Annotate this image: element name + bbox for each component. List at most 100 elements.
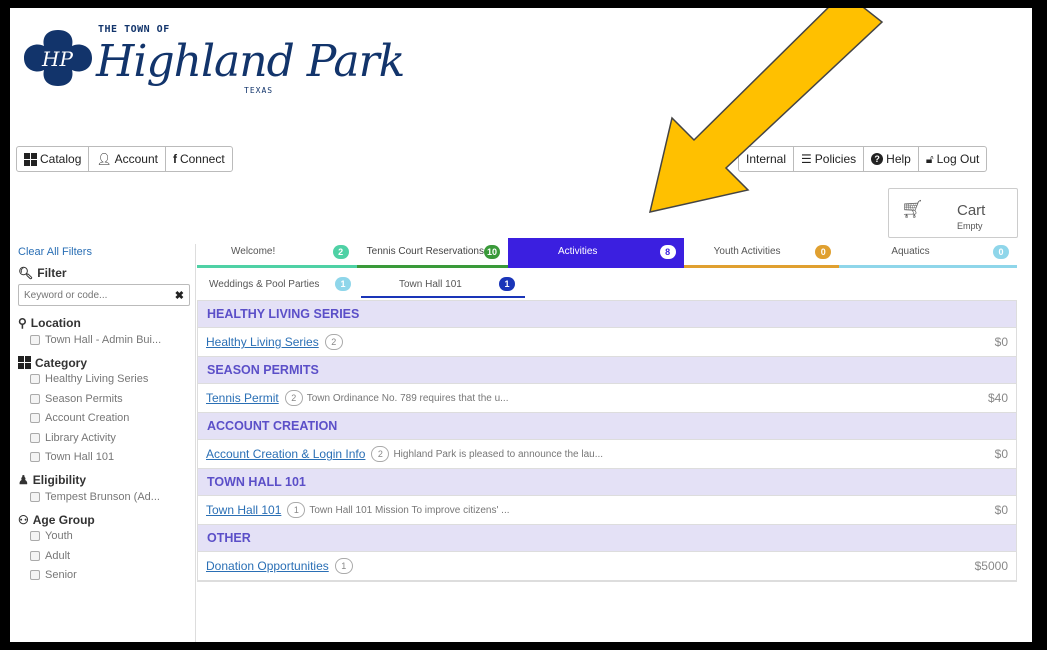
account-button[interactable]: 👤︎ Account [89, 147, 166, 171]
connect-label: Connect [179, 152, 225, 166]
category-header: ACCOUNT CREATION [198, 413, 1016, 440]
filter-option[interactable]: Town Hall 101 [18, 448, 194, 468]
help-label: Help [886, 152, 911, 166]
item-count-badge: 1 [334, 558, 353, 574]
logout-button[interactable]: 🔓︎ Log Out [919, 147, 986, 171]
item-price: $5000 [974, 559, 1008, 573]
item-price: $0 [994, 503, 1008, 517]
category-heading: Category [18, 356, 195, 370]
item-price: $40 [987, 391, 1008, 405]
lock-icon: 🔓︎ [925, 151, 934, 166]
category-header: SEASON PERMITS [198, 357, 1016, 384]
eligibility-label: Eligibility [32, 473, 87, 487]
location-label: Location [30, 316, 81, 330]
checkbox[interactable] [30, 452, 40, 463]
tab-welcome[interactable]: Welcome! 2 [197, 238, 357, 268]
policies-icon: ☰ [801, 152, 812, 166]
item-count-badge: 2 [371, 446, 390, 462]
item-description: Town Hall 101 Mission To improve citizen… [309, 504, 510, 516]
grid-icon [24, 152, 37, 166]
help-button[interactable]: ? Help [864, 147, 919, 171]
filter-option-label: Library Activity [45, 431, 116, 444]
town-logo[interactable]: HP THE TOWN OF Highland Park TEXAS [22, 14, 405, 104]
checkbox[interactable] [30, 413, 40, 424]
clear-search-icon[interactable]: ✖ [175, 289, 184, 302]
category-label: Category [35, 355, 88, 370]
category-header: TOWN HALL 101 [198, 469, 1016, 496]
account-label: Account [114, 152, 158, 166]
category-header: HEALTHY LIVING SERIES [198, 301, 1016, 328]
clear-filters-link[interactable]: Clear All Filters [18, 246, 195, 258]
activity-link[interactable]: Donation Opportunities [206, 559, 329, 573]
filter-option[interactable]: Town Hall - Admin Bui... [18, 330, 194, 350]
filter-option[interactable]: Youth [18, 527, 194, 547]
tab-label: Aquatics [891, 246, 930, 257]
search-icon: 🔍︎ [18, 266, 34, 280]
filter-option-label: Healthy Living Series [45, 373, 149, 386]
tab-label: Weddings & Pool Parties [209, 278, 320, 290]
subcategory-tabs: Weddings & Pool Parties 1 Town Hall 101 … [197, 272, 537, 298]
search-input[interactable] [24, 289, 164, 301]
checkbox[interactable] [30, 531, 40, 542]
item-count-badge: 1 [287, 502, 306, 518]
tab-activities[interactable]: Activities 8 [507, 238, 684, 268]
checkbox[interactable] [30, 374, 40, 385]
checkbox[interactable] [30, 393, 40, 404]
user-nav: Internal ☰ Policies ? Help 🔓︎ Log Out [738, 146, 988, 172]
grid-icon [18, 356, 31, 369]
filter-sidebar: Clear All Filters 🔍︎ Filter ✖ ⚲ Location… [10, 244, 196, 642]
internal-button[interactable]: Internal [739, 147, 795, 171]
activity-link[interactable]: Account Creation & Login Info [206, 447, 365, 461]
filter-option[interactable]: Adult [18, 546, 194, 566]
checkbox[interactable] [30, 570, 40, 581]
list-item: Account Creation & Login Info 2 Highland… [198, 440, 1016, 469]
filter-option[interactable]: Healthy Living Series [18, 370, 194, 390]
filter-option[interactable]: Senior [18, 566, 194, 586]
tab-tennis-court-reservations[interactable]: Tennis Court Reservations 10 [356, 238, 508, 268]
tab-town-hall-101[interactable]: Town Hall 101 1 [361, 272, 525, 298]
filter-option[interactable]: Season Permits [18, 389, 194, 409]
checkbox[interactable] [30, 550, 40, 561]
cart-icon: 🛒︎ [901, 199, 924, 219]
page: HP THE TOWN OF Highland Park TEXAS Catal… [10, 8, 1032, 642]
people-icon: ⚇ [18, 512, 29, 527]
checkbox[interactable] [30, 334, 40, 345]
activity-link[interactable]: Tennis Permit [206, 391, 279, 405]
activity-link[interactable]: Healthy Living Series [206, 335, 319, 349]
checkbox[interactable] [30, 432, 40, 443]
checkbox[interactable] [30, 491, 40, 502]
filter-option-label: Tempest Brunson (Ad... [45, 490, 160, 503]
tab-label: Welcome! [231, 246, 276, 257]
cart-button[interactable]: 🛒︎ Cart Empty [888, 188, 1018, 238]
policies-label: Policies [814, 152, 857, 166]
cart-label: Cart [957, 202, 986, 219]
activity-link[interactable]: Town Hall 101 [206, 503, 281, 517]
item-count-badge: 2 [284, 390, 303, 406]
policies-button[interactable]: ☰ Policies [794, 147, 865, 171]
logo-state: TEXAS [244, 86, 274, 95]
item-count-badge: 2 [324, 334, 343, 350]
tab-label: Activities [557, 246, 598, 257]
tab-label: Town Hall 101 [399, 278, 462, 290]
logo-emblem-icon: HP [24, 30, 92, 86]
filter-option[interactable]: Library Activity [18, 428, 194, 448]
facebook-icon: f [172, 152, 177, 166]
user-icon: 👤︎ [96, 152, 112, 166]
eligibility-icon: ♟ [18, 473, 29, 487]
filter-option[interactable]: Account Creation [18, 409, 194, 429]
category-header: OTHER [198, 525, 1016, 552]
catalog-button[interactable]: Catalog [17, 147, 90, 171]
list-item: Tennis Permit 2 Town Ordinance No. 789 r… [198, 384, 1016, 413]
tab-weddings-pool-parties[interactable]: Weddings & Pool Parties 1 [197, 272, 361, 298]
location-heading: ⚲ Location [18, 316, 195, 330]
filter-option-label: Town Hall - Admin Bui... [45, 333, 162, 346]
search-box: ✖ [18, 284, 190, 306]
tab-count-badge: 2 [332, 244, 349, 259]
tab-youth-activities[interactable]: Youth Activities 0 [683, 238, 840, 268]
list-item: Donation Opportunities 1 $5000 [198, 552, 1016, 581]
location-pin-icon: ⚲ [18, 316, 27, 330]
filter-label: Filter [37, 266, 67, 280]
connect-button[interactable]: f Connect [166, 147, 232, 171]
filter-option[interactable]: Tempest Brunson (Ad... [18, 487, 194, 507]
tab-aquatics[interactable]: Aquatics 0 [839, 238, 1017, 268]
